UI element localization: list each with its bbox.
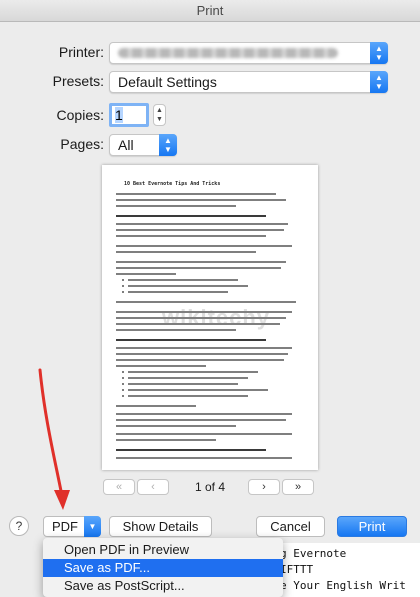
- menu-item-save-as-pdf[interactable]: Save as PDF...: [43, 559, 283, 577]
- preview-text-line: [116, 251, 256, 253]
- preview-text-line: [116, 329, 236, 331]
- preview-bullet-icon: [122, 395, 124, 397]
- preview-text-line: [128, 285, 248, 287]
- preview-text-line: [116, 449, 266, 451]
- presets-value: Default Settings: [118, 74, 217, 90]
- preview-bullet-icon: [122, 291, 124, 293]
- preview-text-line: [116, 311, 292, 313]
- window-title: Print: [0, 0, 420, 22]
- preview-text-line: [116, 215, 266, 217]
- preview-bullet-icon: [122, 279, 124, 281]
- preview-text-line: [128, 279, 238, 281]
- preview-text-line: [116, 425, 236, 427]
- chevron-down-icon: ▼: [84, 516, 101, 537]
- preview-text-line: [116, 193, 276, 195]
- pages-select[interactable]: All ▲ ▼: [109, 134, 177, 156]
- next-page-button[interactable]: ›: [248, 479, 280, 495]
- copies-input[interactable]: 1: [109, 103, 149, 127]
- preview-doc-title: 10 Best Evernote Tips And Tricks: [124, 181, 221, 187]
- presets-select[interactable]: Default Settings ▲ ▼: [109, 71, 388, 93]
- preview-bullet-icon: [122, 377, 124, 379]
- menu-item-save-as-postscript[interactable]: Save as PostScript...: [43, 577, 283, 595]
- preview-text-line: [116, 301, 296, 303]
- preview-text-line: [128, 389, 268, 391]
- preview-text-line: [116, 413, 292, 415]
- updown-arrows-icon: ▲ ▼: [370, 42, 388, 64]
- preview-text-line: [116, 199, 286, 201]
- preview-bullet-icon: [122, 389, 124, 391]
- print-dialog: Print Printer: ▲ ▼ Presets: Default Setti…: [0, 0, 420, 597]
- preview-text-line: [116, 439, 216, 441]
- printer-name-blurred: [118, 48, 338, 58]
- pages-label: Pages:: [60, 136, 104, 152]
- preview-text-line: [116, 229, 284, 231]
- preview-text-line: [116, 353, 288, 355]
- page-indicator: 1 of 4: [194, 480, 226, 494]
- preview-text-line: [116, 223, 288, 225]
- preview-text-line: [116, 433, 292, 435]
- pdf-menu-button[interactable]: PDF ▼: [43, 516, 101, 537]
- preview-text-line: [128, 291, 228, 293]
- terminal-line: g Evernote: [280, 547, 347, 560]
- preview-text-line: [128, 395, 248, 397]
- preview-text-line: [116, 457, 292, 459]
- updown-arrows-icon: ▲ ▼: [370, 71, 388, 93]
- preview-text-line: [116, 347, 292, 349]
- pdf-dropdown-menu: Open PDF in Preview Save as PDF... Save …: [43, 538, 283, 597]
- printer-label: Printer:: [58, 44, 104, 60]
- preview-text-line: [116, 339, 266, 341]
- copies-label: Copies:: [56, 107, 104, 123]
- copies-stepper[interactable]: ▲ ▼: [153, 104, 166, 126]
- last-page-button[interactable]: »: [282, 479, 314, 495]
- preview-text-line: [116, 359, 284, 361]
- preview-text-line: [116, 261, 286, 263]
- print-preview-page: 10 Best Evernote Tips And Tricks wikitec…: [102, 165, 318, 470]
- preview-text-line: [116, 323, 280, 325]
- preview-bullet-icon: [122, 383, 124, 385]
- preview-text-line: [128, 371, 258, 373]
- preview-text-line: [116, 205, 236, 207]
- menu-item-open-pdf-in-preview[interactable]: Open PDF in Preview: [43, 541, 283, 559]
- first-page-button[interactable]: «: [103, 479, 135, 495]
- preview-bullet-icon: [122, 371, 124, 373]
- pdf-button-label: PDF: [52, 519, 78, 534]
- printer-select[interactable]: ▲ ▼: [109, 42, 388, 64]
- background-terminal: g Evernote IFTTT e Your English Writ: [270, 543, 420, 597]
- preview-text-line: [116, 317, 286, 319]
- preview-text-line: [116, 235, 266, 237]
- preview-text-line: [116, 365, 206, 367]
- show-details-button[interactable]: Show Details: [109, 516, 212, 537]
- presets-label: Presets:: [52, 73, 104, 89]
- preview-text-line: [116, 405, 196, 407]
- terminal-line: e Your English Writ: [280, 579, 406, 592]
- help-button[interactable]: ?: [9, 516, 29, 536]
- preview-text-line: [116, 267, 281, 269]
- preview-text-line: [116, 419, 286, 421]
- pages-value: All: [118, 137, 134, 153]
- preview-text-line: [128, 377, 248, 379]
- copies-value: 1: [115, 107, 123, 123]
- preview-text-line: [128, 383, 238, 385]
- preview-bullet-icon: [122, 285, 124, 287]
- previous-page-button[interactable]: ‹: [137, 479, 169, 495]
- terminal-line: IFTTT: [280, 563, 314, 576]
- updown-arrows-icon: ▲ ▼: [159, 134, 177, 156]
- preview-text-line: [116, 273, 176, 275]
- preview-text-line: [116, 245, 292, 247]
- print-button[interactable]: Print: [337, 516, 407, 537]
- cancel-button[interactable]: Cancel: [256, 516, 325, 537]
